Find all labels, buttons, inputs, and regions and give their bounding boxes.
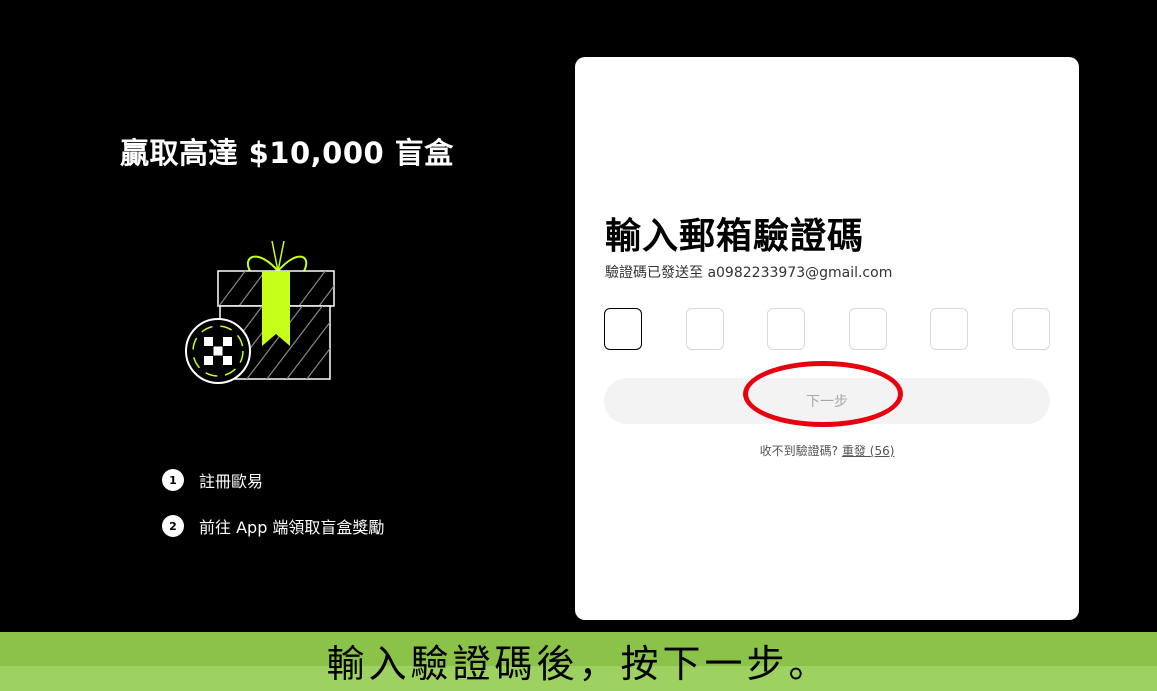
step-number-badge: 2 (162, 515, 184, 537)
resend-row: 收不到驗證碼? 重發 (56) (575, 442, 1079, 459)
next-step-button[interactable]: 下一步 (604, 378, 1050, 424)
step-item: 2 前往 App 端領取盲盒獎勵 (162, 514, 384, 538)
code-digit-input-2[interactable] (685, 308, 724, 350)
step-list: 1 註冊歐易 2 前往 App 端領取盲盒獎勵 (162, 468, 384, 560)
step-number-badge: 1 (162, 469, 184, 491)
promo-title: 贏取高達 $10,000 盲盒 (120, 136, 454, 170)
resend-prompt: 收不到驗證碼? (759, 444, 838, 458)
resend-code-link[interactable]: 重發 (56) (842, 444, 894, 458)
verification-code-input-group (604, 308, 1050, 350)
step-label: 註冊歐易 (199, 472, 264, 491)
page-title: 輸入郵箱驗證碼 (605, 216, 865, 257)
gift-box-icon (185, 240, 335, 384)
verification-card: 輸入郵箱驗證碼 驗證碼已發送至 a0982233973@gmail.com 下一… (575, 57, 1079, 620)
tutorial-caption: 輸入驗證碼後，按下一步。 (326, 642, 831, 686)
code-digit-input-4[interactable] (848, 308, 887, 350)
step-label: 前往 App 端領取盲盒獎勵 (199, 518, 385, 537)
code-sent-notice: 驗證碼已發送至 a0982233973@gmail.com (605, 265, 893, 281)
code-digit-input-1[interactable] (604, 308, 642, 350)
code-digit-input-6[interactable] (1011, 308, 1050, 350)
step-item: 1 註冊歐易 (162, 468, 384, 492)
code-digit-input-5[interactable] (930, 308, 969, 350)
code-digit-input-3[interactable] (767, 308, 806, 350)
